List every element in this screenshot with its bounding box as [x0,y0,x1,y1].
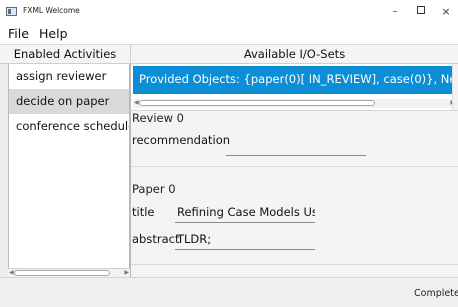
paper-object-title: Paper 0 [132,182,176,196]
available-io-sets-header: Available I/O-Sets [130,44,458,64]
activity-item-assign-reviewer[interactable]: assign reviewer [9,64,129,89]
scroll-thumb[interactable] [14,270,110,276]
window-title: FXML Welcome [23,6,80,15]
close-button[interactable]: × [436,3,456,21]
io-sets-list: Provided Objects: {paper(0)[ IN_REVIEW],… [130,64,458,110]
io-set-row-selected[interactable]: Provided Objects: {paper(0)[ IN_REVIEW],… [133,66,458,94]
activities-list: assign reviewer decide on paper conferen… [8,64,130,277]
object-detail-panel: Review 0 recommendation Paper 0 title Re… [130,110,458,277]
left-frame-gutter [0,64,8,277]
recommendation-label: recommendation [132,133,231,147]
menu-file[interactable]: File [8,25,29,41]
maximize-icon [417,6,425,14]
paper-abstract-label: abstract [132,232,180,246]
object-separator [131,166,458,167]
enabled-activities-header: Enabled Activities [0,44,130,64]
paper-abstract-field[interactable]: TLDR; [175,232,315,250]
status-bar: Complete [0,277,458,307]
recommendation-field[interactable] [226,138,366,156]
scroll-left-icon[interactable]: ◀ [134,99,139,106]
panel-bottom-separator [131,264,458,265]
title-bar: FXML Welcome – × [0,0,458,24]
menu-bar: File Help [0,24,458,44]
scroll-thumb[interactable] [139,100,375,106]
scroll-left-icon[interactable]: ◀ [9,269,14,276]
maximize-button[interactable] [411,3,431,21]
paper-title-field[interactable]: Refining Case Models Usi [175,205,315,223]
app-window-icon [6,7,17,16]
activity-item-decide-on-paper[interactable]: decide on paper [9,89,129,114]
paper-title-label: title [132,205,155,219]
review-object-title: Review 0 [132,111,185,125]
activity-item-conference-schedule[interactable]: conference schedule [9,114,129,139]
minimize-button[interactable]: – [385,3,405,21]
activities-horizontal-scrollbar[interactable]: ◀ ▶ [8,268,130,277]
scroll-right-icon[interactable]: ▶ [124,269,129,276]
io-sets-horizontal-scrollbar[interactable]: ◀ ▶ [133,99,458,108]
menu-help[interactable]: Help [39,25,68,41]
status-text: Complete [414,288,458,299]
io-sets-vertical-scrollbar[interactable] [452,64,458,110]
